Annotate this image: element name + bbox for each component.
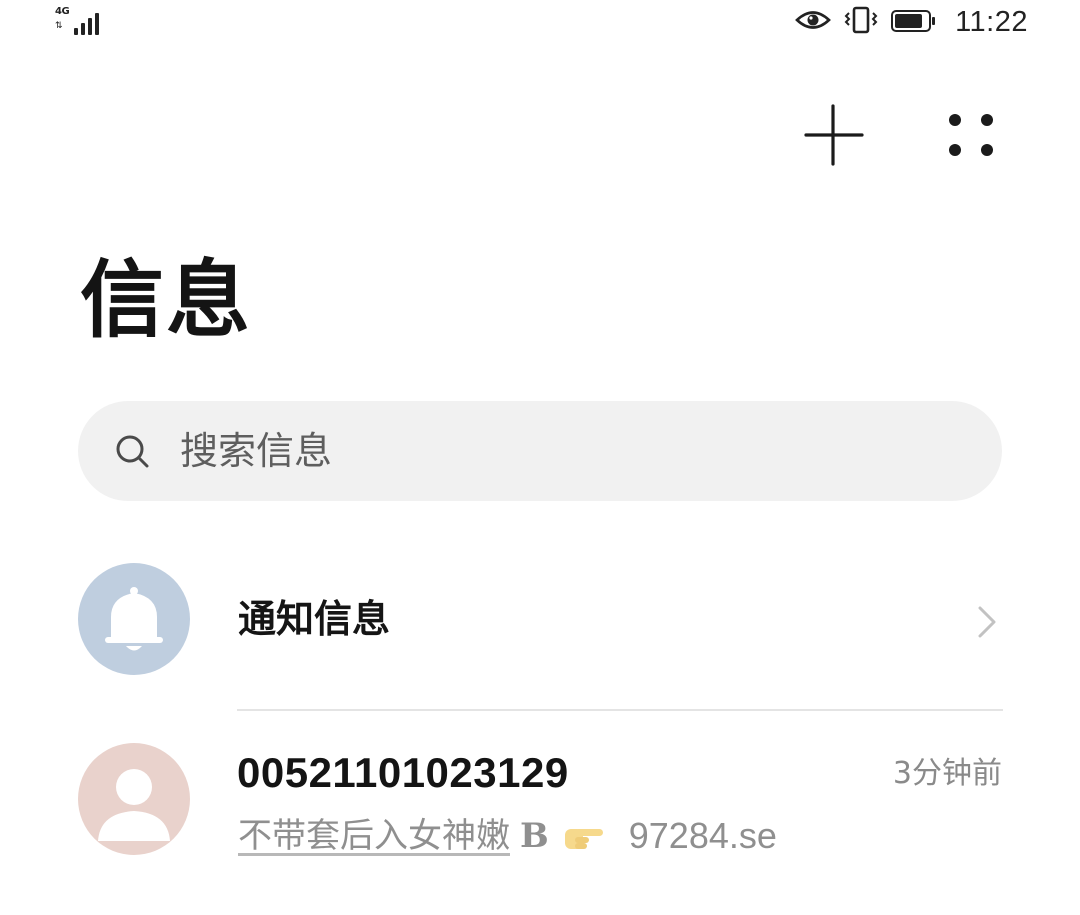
conversation-preview: 不带套后入女神嫩 B 97284.se — [238, 813, 777, 859]
notification-avatar — [78, 563, 190, 675]
search-placeholder: 搜索信息 — [180, 429, 333, 473]
page-title: 信息 — [80, 251, 253, 349]
signal-icon — [72, 11, 104, 35]
preview-symbol: B — [520, 816, 549, 856]
list-divider — [237, 709, 1003, 711]
conversation-time: 3分钟前 — [892, 756, 1002, 791]
pointing-hand-icon — [561, 819, 607, 853]
battery-icon — [891, 10, 937, 34]
vibrate-icon — [843, 5, 879, 39]
bell-icon — [105, 587, 163, 651]
chevron-right-icon — [978, 606, 996, 638]
notification-messages-item[interactable]: 通知信息 — [0, 560, 1080, 685]
conversation-item[interactable]: 00521101023129 3分钟前 不带套后入女神嫩 B 97284.se — [0, 740, 1080, 870]
status-icons: 11:22 — [795, 2, 1028, 42]
person-icon — [98, 769, 170, 841]
new-message-button[interactable] — [798, 100, 868, 170]
network-type: 4G — [55, 6, 70, 17]
plus-icon — [804, 104, 864, 166]
search-icon — [116, 435, 149, 468]
data-activity-icon: ⇅ — [55, 21, 63, 31]
clock: 11:22 — [955, 5, 1028, 38]
more-options-button[interactable] — [933, 100, 1003, 170]
more-dots-icon — [949, 114, 993, 156]
network-indicator: 4G ⇅ — [55, 7, 107, 37]
search-input[interactable]: 搜索信息 — [78, 401, 1002, 501]
conversation-sender: 00521101023129 — [237, 749, 569, 796]
preview-text: 不带套后入女神嫩 — [238, 816, 510, 856]
notification-messages-title: 通知信息 — [238, 597, 391, 641]
status-bar: 4G ⇅ 11:22 — [0, 0, 1080, 48]
contact-avatar — [78, 743, 190, 855]
eye-comfort-icon — [795, 9, 831, 35]
preview-link[interactable]: 97284.se — [629, 813, 777, 859]
